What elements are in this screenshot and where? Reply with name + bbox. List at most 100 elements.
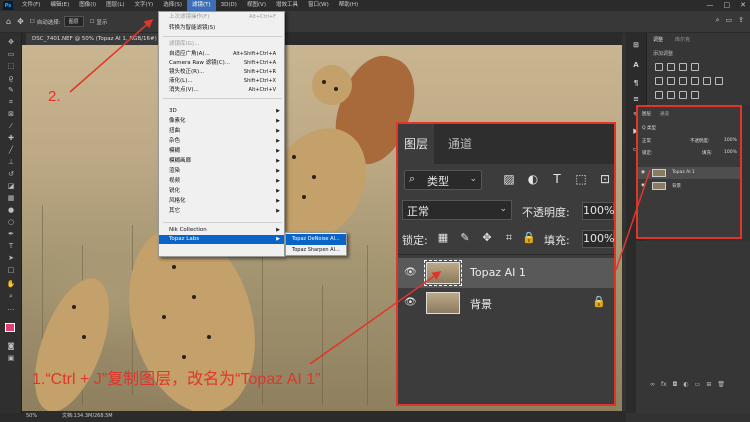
- layer-row-topaz[interactable]: 👁 Topaz AI 1: [398, 258, 614, 288]
- lock-all-icon[interactable]: 🔒: [522, 231, 536, 245]
- screen-mode-icon[interactable]: ▣: [5, 353, 17, 363]
- menu-3d[interactable]: 3D(D): [216, 0, 242, 11]
- topaz-denoise-item[interactable]: Topaz DeNoise AI...: [286, 234, 346, 245]
- layer-name[interactable]: Topaz AI 1: [470, 266, 526, 279]
- menu-edit[interactable]: 编辑(E): [45, 0, 74, 11]
- history-icon[interactable]: ⊞: [630, 39, 642, 51]
- home-icon[interactable]: ⌂: [6, 17, 11, 26]
- curves-icon[interactable]: [679, 63, 687, 71]
- pixel-layer-filter-icon[interactable]: ▨: [502, 172, 516, 186]
- eraser-tool-icon[interactable]: ◪: [5, 181, 17, 191]
- filter-convert-smart[interactable]: 转换为智能滤镜(S): [159, 24, 284, 33]
- filter-3d[interactable]: 3D ▶: [159, 107, 284, 116]
- shape-filter-icon[interactable]: ⬚: [574, 172, 588, 186]
- menu-view[interactable]: 视图(V): [242, 0, 271, 11]
- tab-adjustments[interactable]: 调整: [653, 36, 663, 43]
- text-panel-icon[interactable]: A: [630, 59, 642, 71]
- filter-adaptive-wide-angle[interactable]: 自适应广角(A)... Alt+Shift+Ctrl+A: [159, 50, 284, 59]
- minimize-button[interactable]: —: [707, 0, 714, 11]
- document-tab[interactable]: DSC_7401.NEF @ 50% (Topaz AI 1, RGB/16#)…: [26, 33, 168, 45]
- lock-position-icon[interactable]: ✥: [480, 231, 494, 245]
- search-icon[interactable]: ⌕: [716, 16, 720, 25]
- filter-liquify[interactable]: 液化(L)... Shift+Ctrl+X: [159, 77, 284, 86]
- filter-gallery[interactable]: 滤镜库(G)...: [159, 40, 284, 49]
- type-filter-icon[interactable]: T: [550, 172, 564, 186]
- menu-file[interactable]: 文件(F): [17, 0, 45, 11]
- filter-blur-gallery[interactable]: 模糊画廊 ▶: [159, 157, 284, 166]
- auto-select-dropdown[interactable]: 图层: [63, 16, 84, 27]
- blend-mode-dropdown[interactable]: 正常 ⌄: [402, 200, 512, 220]
- filter-pixelate[interactable]: 像素化 ▶: [159, 117, 284, 126]
- blur-tool-icon[interactable]: ●: [5, 205, 17, 215]
- blend-mode-label[interactable]: 正常: [642, 138, 651, 144]
- menu-plugins[interactable]: 增效工具: [271, 0, 303, 11]
- color-balance-icon[interactable]: [679, 77, 687, 85]
- new-layer-icon[interactable]: ⊞: [706, 381, 711, 388]
- black-white-icon[interactable]: [691, 77, 699, 85]
- layer-row-background[interactable]: 👁 背景 🔒: [398, 288, 614, 318]
- share-icon[interactable]: ⇪: [738, 16, 744, 25]
- mask-icon[interactable]: ◘: [673, 381, 678, 388]
- smart-object-filter-icon[interactable]: ⊡: [598, 172, 612, 186]
- zoom-tool-icon[interactable]: ⌕: [5, 291, 17, 301]
- zoom-level[interactable]: 50%: [26, 411, 37, 422]
- menu-window[interactable]: 窗口(W): [303, 0, 334, 11]
- more-tools-icon[interactable]: …: [5, 303, 17, 313]
- filter-stylize[interactable]: 风格化 ▶: [159, 197, 284, 206]
- crop-tool-icon[interactable]: ⌗: [5, 97, 17, 107]
- close-button[interactable]: ✕: [740, 0, 746, 11]
- hand-tool-icon[interactable]: ✋: [5, 279, 17, 289]
- menu-help[interactable]: 帮助(H): [334, 0, 363, 11]
- filter-nik-collection[interactable]: Nik Collection ▶: [159, 226, 284, 235]
- menu-layer[interactable]: 图层(L): [101, 0, 129, 11]
- filter-vanishing-point[interactable]: 消失点(V)... Alt+Ctrl+V: [159, 86, 284, 95]
- lasso-tool-icon[interactable]: ϱ: [5, 73, 17, 83]
- eye-icon[interactable]: 👁: [404, 267, 417, 278]
- exposure-icon[interactable]: [691, 63, 699, 71]
- move-tool-icon[interactable]: ✥: [17, 17, 24, 26]
- filter-other[interactable]: 其它 ▶: [159, 207, 284, 216]
- threshold-icon[interactable]: [679, 91, 687, 99]
- lock-pixels-icon[interactable]: ✎: [458, 231, 472, 245]
- quick-mask-icon[interactable]: ◙: [5, 341, 17, 351]
- layer-filter-dropdown[interactable]: ⌕ 类型 ⌄: [404, 170, 482, 190]
- layer-name[interactable]: 背景: [470, 296, 492, 312]
- eyedropper-tool-icon[interactable]: ⁄: [5, 121, 17, 131]
- adjustment-filter-icon[interactable]: ◐: [526, 172, 540, 186]
- clone-stamp-tool-icon[interactable]: ⊥: [5, 157, 17, 167]
- opacity-value[interactable]: 100%: [724, 138, 737, 143]
- vibrance-icon[interactable]: [655, 77, 663, 85]
- eye-icon[interactable]: ◉: [641, 170, 645, 175]
- filter-video[interactable]: 视频 ▶: [159, 177, 284, 186]
- eye-icon[interactable]: 👁: [404, 297, 417, 308]
- tab-channels[interactable]: 通道: [660, 111, 669, 117]
- tab-channels[interactable]: 通道: [442, 124, 478, 164]
- pen-tool-icon[interactable]: ✒: [5, 229, 17, 239]
- lock-transparent-icon[interactable]: ▦: [436, 231, 450, 245]
- maximize-button[interactable]: □: [724, 0, 731, 11]
- artboard-tool-icon[interactable]: ▭: [5, 49, 17, 59]
- brightness-icon[interactable]: [655, 63, 663, 71]
- filter-lens-correction[interactable]: 镜头校正(R)... Shift+Ctrl+R: [159, 68, 284, 77]
- levels-icon[interactable]: [667, 63, 675, 71]
- filter-render[interactable]: 渲染 ▶: [159, 167, 284, 176]
- invert-icon[interactable]: [655, 91, 663, 99]
- channel-mixer-icon[interactable]: [715, 77, 723, 85]
- paragraph-icon[interactable]: ¶: [630, 77, 642, 89]
- history-brush-tool-icon[interactable]: ↺: [5, 169, 17, 179]
- tab-layers[interactable]: 图层: [398, 124, 435, 164]
- photoshop-logo-icon[interactable]: Ps: [3, 1, 13, 10]
- quick-select-tool-icon[interactable]: ✎: [5, 85, 17, 95]
- posterize-icon[interactable]: [667, 91, 675, 99]
- opacity-input[interactable]: 100%: [582, 202, 614, 220]
- properties-icon[interactable]: ≡: [630, 93, 642, 105]
- trash-icon[interactable]: 🗑: [717, 381, 725, 388]
- menu-filter[interactable]: 滤镜(T): [186, 0, 216, 11]
- show-transform-checkbox[interactable]: ☐: [90, 19, 95, 25]
- filter-topaz-labs[interactable]: Topaz Labs ▶: [159, 235, 284, 244]
- filter-sharpen[interactable]: 锐化 ▶: [159, 187, 284, 196]
- brush-tool-icon[interactable]: ╱: [5, 145, 17, 155]
- healing-brush-tool-icon[interactable]: ✚: [5, 133, 17, 143]
- folder-icon[interactable]: ▭: [695, 381, 701, 388]
- workspace-icon[interactable]: ▭: [726, 16, 733, 25]
